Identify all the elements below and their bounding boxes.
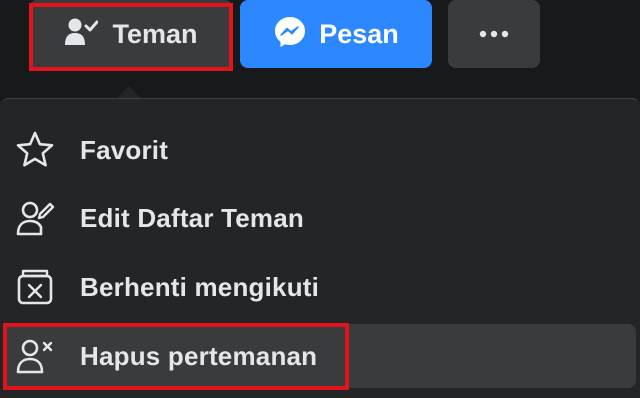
edit-friend-list-icon	[14, 197, 56, 239]
more-options-button[interactable]	[448, 0, 540, 68]
friend-check-icon	[64, 17, 99, 52]
unfriend-icon	[14, 335, 56, 377]
message-button[interactable]: Pesan	[240, 0, 432, 68]
profile-actions-stage: Teman Pesan Favorit Edit Daftar Teman Be…	[0, 0, 640, 398]
menu-item-label: Berhenti mengikuti	[80, 271, 320, 302]
menu-item-label: Hapus pertemanan	[80, 340, 318, 371]
menu-item-label: Favorit	[80, 134, 169, 165]
unfollow-icon	[14, 266, 56, 308]
star-icon	[14, 129, 56, 171]
friends-button-label: Teman	[112, 18, 198, 49]
menu-item-label: Edit Daftar Teman	[80, 202, 304, 233]
menu-item-edit-friend-list[interactable]: Edit Daftar Teman	[4, 186, 636, 250]
menu-item-unfollow[interactable]: Berhenti mengikuti	[4, 255, 636, 319]
more-dots-icon	[479, 25, 509, 43]
message-button-label: Pesan	[319, 18, 399, 49]
menu-item-unfriend[interactable]: Hapus pertemanan	[4, 324, 636, 388]
menu-item-favorite[interactable]: Favorit	[4, 118, 636, 182]
messenger-icon	[273, 15, 307, 54]
friends-button[interactable]: Teman	[29, 0, 233, 68]
